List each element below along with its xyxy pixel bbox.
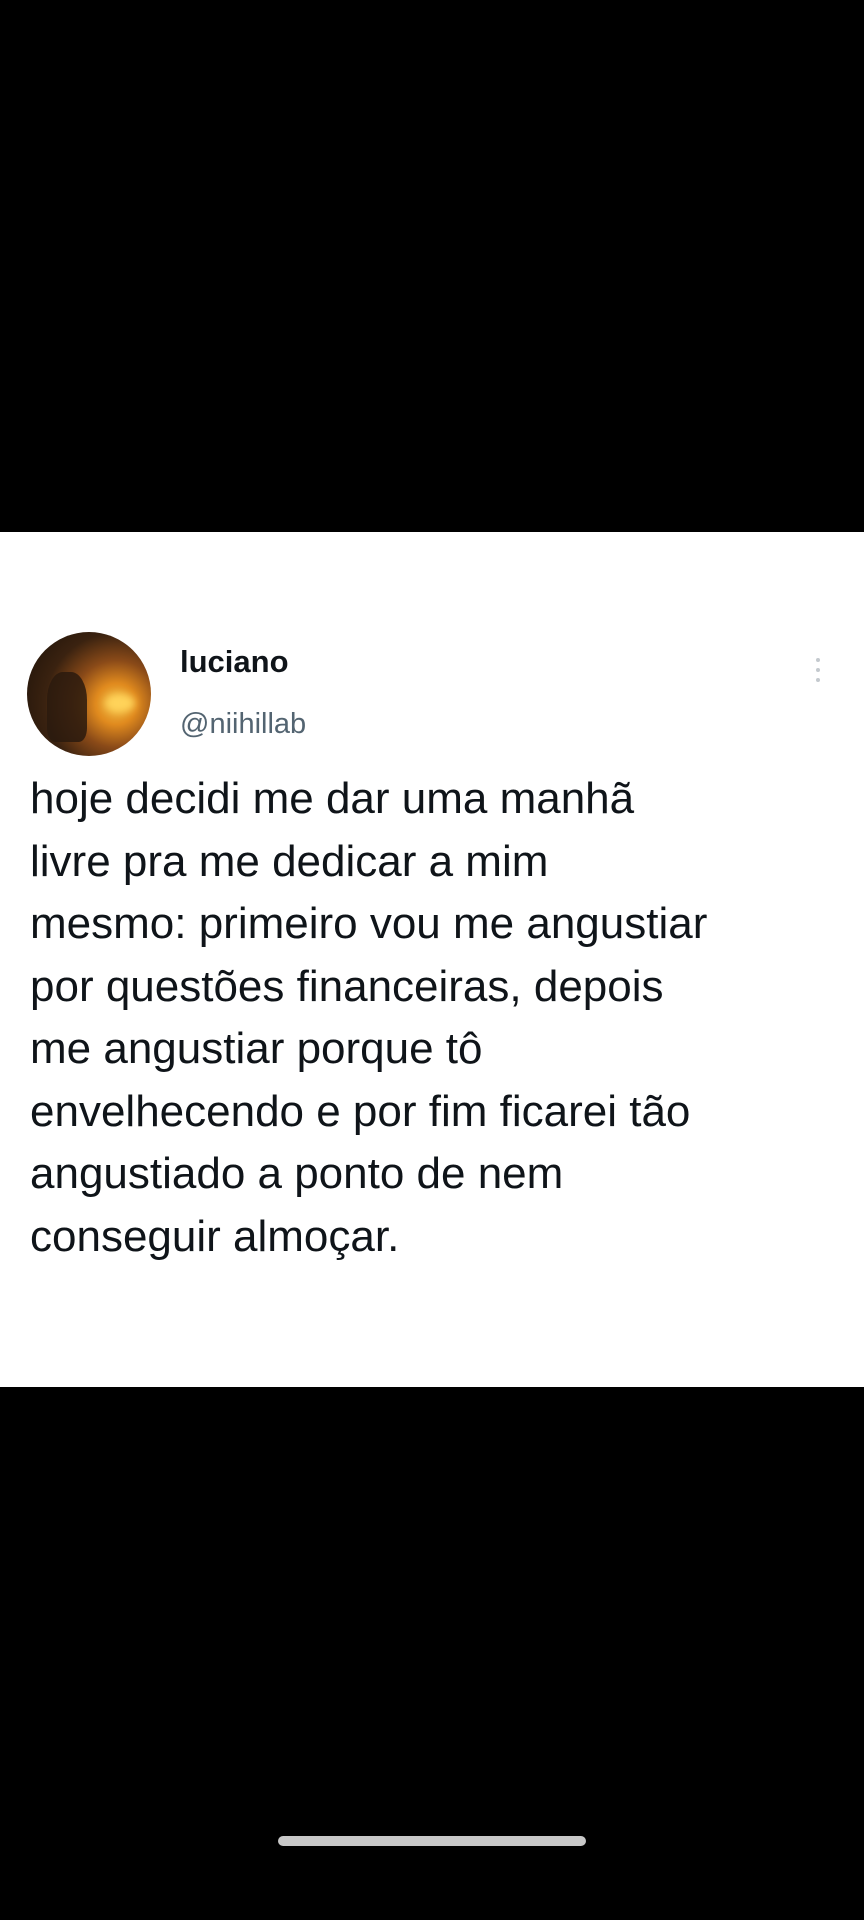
- avatar[interactable]: [27, 632, 151, 756]
- tweet-card: luciano @niihillab hoje decidi me dar um…: [0, 532, 864, 1387]
- more-vertical-icon: [816, 658, 820, 682]
- user-handle[interactable]: @niihillab: [180, 710, 306, 739]
- avatar-figure: [47, 672, 87, 742]
- more-options-button[interactable]: [800, 650, 836, 690]
- screen: luciano @niihillab hoje decidi me dar um…: [0, 0, 864, 1920]
- avatar-light: [105, 694, 135, 712]
- tweet-text: hoje decidi me dar uma manhã livre pra m…: [30, 774, 708, 1261]
- home-indicator[interactable]: [278, 1836, 586, 1846]
- display-name[interactable]: luciano: [180, 646, 289, 677]
